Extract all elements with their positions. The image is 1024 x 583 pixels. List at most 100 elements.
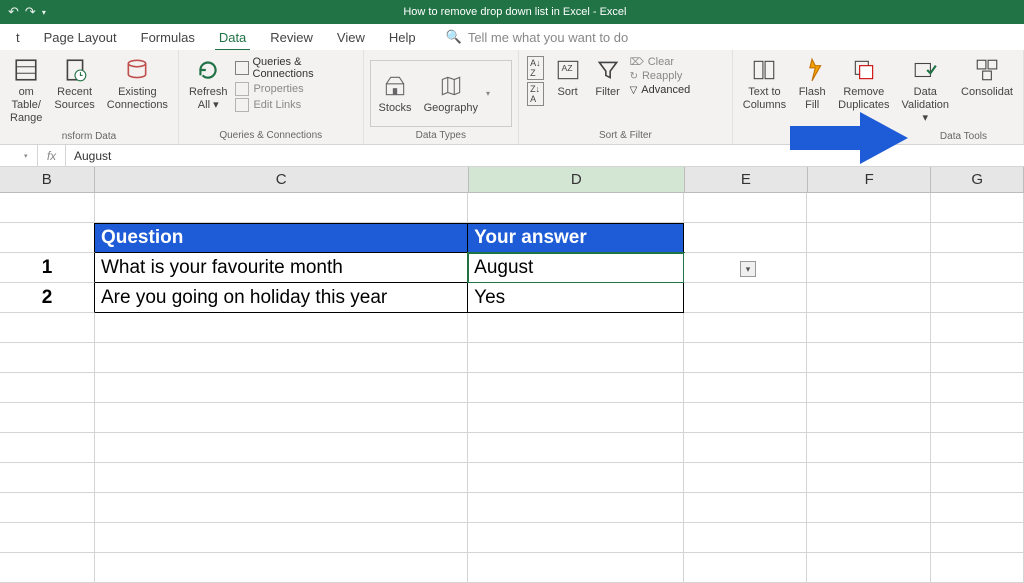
col-header-g[interactable]: G (931, 167, 1024, 192)
col-header-b[interactable]: B (0, 167, 95, 192)
cell[interactable] (468, 403, 684, 433)
consolidate-button[interactable]: Consolidat (957, 54, 1017, 101)
row-number[interactable]: 2 (0, 283, 95, 313)
cell[interactable] (807, 343, 931, 373)
cell[interactable] (95, 313, 468, 343)
refresh-all-button[interactable]: Refresh All ▾ (185, 54, 232, 114)
cell[interactable] (807, 523, 931, 553)
question-cell[interactable]: What is your favourite month (95, 253, 468, 283)
fx-icon[interactable]: fx (38, 145, 66, 166)
cell[interactable] (807, 313, 931, 343)
cell[interactable] (0, 223, 95, 253)
cell[interactable] (931, 223, 1024, 253)
cell[interactable] (684, 553, 808, 583)
tab-help[interactable]: Help (377, 26, 428, 49)
col-header-c[interactable]: C (95, 167, 469, 192)
tab-formulas[interactable]: Formulas (129, 26, 207, 49)
cell[interactable] (807, 433, 931, 463)
cell[interactable] (95, 523, 468, 553)
answer-cell[interactable]: August (468, 253, 684, 283)
tell-me-text[interactable]: Tell me what you want to do (468, 30, 628, 45)
answer-cell[interactable]: Yes (468, 283, 684, 313)
qat-dropdown-icon[interactable]: ▾ (42, 8, 46, 17)
cell[interactable] (931, 403, 1024, 433)
existing-connections-button[interactable]: Existing Connections (103, 54, 172, 114)
redo-icon[interactable]: ↷ (25, 4, 36, 20)
cell[interactable] (95, 343, 468, 373)
cell[interactable] (684, 493, 808, 523)
cell[interactable] (95, 463, 468, 493)
cell[interactable] (0, 193, 95, 223)
cell[interactable] (95, 373, 468, 403)
formula-input[interactable]: August (66, 149, 1024, 163)
cell[interactable] (807, 193, 931, 223)
cell[interactable] (684, 433, 808, 463)
spreadsheet-grid[interactable]: B C D E F G Question Your answer 1 What (0, 167, 1024, 193)
cell[interactable] (931, 553, 1024, 583)
search-icon[interactable]: 🔍 (446, 29, 462, 45)
tab-view[interactable]: View (325, 26, 377, 49)
cell[interactable] (95, 433, 468, 463)
cell[interactable] (0, 313, 95, 343)
flash-fill-button[interactable]: Flash Fill (794, 54, 830, 114)
cell[interactable] (931, 343, 1024, 373)
cell[interactable] (807, 223, 931, 253)
col-header-d[interactable]: D (469, 167, 685, 192)
cell[interactable] (0, 463, 95, 493)
filter-button[interactable]: Filter (590, 54, 626, 101)
cell[interactable] (684, 523, 808, 553)
data-types-expand-icon[interactable]: ▾ (486, 89, 490, 98)
tab-data[interactable]: Data (207, 26, 258, 49)
cell[interactable] (807, 493, 931, 523)
sort-az-button[interactable]: A↓Z (527, 56, 544, 80)
cell[interactable] (807, 403, 931, 433)
cell[interactable] (0, 433, 95, 463)
cell[interactable] (0, 343, 95, 373)
data-validation-button[interactable]: Data Validation ▾ (898, 54, 954, 128)
row-number[interactable]: 1 (0, 253, 95, 283)
cell[interactable] (0, 373, 95, 403)
cell[interactable] (468, 343, 684, 373)
cell[interactable] (468, 313, 684, 343)
sort-za-button[interactable]: Z↓A (527, 82, 544, 106)
tab-page-layout[interactable]: Page Layout (32, 26, 129, 49)
cell[interactable] (931, 313, 1024, 343)
cell[interactable] (931, 373, 1024, 403)
cell[interactable] (931, 523, 1024, 553)
cell[interactable] (95, 553, 468, 583)
col-header-e[interactable]: E (685, 167, 808, 192)
queries-connections-button[interactable]: Queries & Connections (235, 56, 356, 80)
cell[interactable] (684, 313, 808, 343)
cell[interactable] (807, 253, 931, 283)
cell[interactable] (684, 403, 808, 433)
tab-review[interactable]: Review (258, 26, 325, 49)
geography-data-type-button[interactable]: Geography (420, 70, 482, 117)
name-box[interactable] (0, 145, 38, 166)
cell[interactable] (468, 493, 684, 523)
cell[interactable] (684, 193, 808, 223)
cell[interactable] (95, 193, 468, 223)
text-to-columns-button[interactable]: Text to Columns (739, 54, 790, 114)
table-header-question[interactable]: Question (95, 223, 468, 253)
cell[interactable] (684, 343, 808, 373)
cell[interactable] (468, 433, 684, 463)
cell[interactable] (0, 553, 95, 583)
cell[interactable] (684, 223, 808, 253)
cell[interactable] (931, 493, 1024, 523)
tab-partial[interactable]: t (4, 26, 32, 49)
cell[interactable] (684, 373, 808, 403)
sort-button[interactable]: AZ Sort (550, 54, 586, 101)
undo-icon[interactable]: ↶ (8, 4, 19, 20)
cell[interactable] (0, 493, 95, 523)
cell[interactable] (931, 283, 1024, 313)
cell[interactable] (95, 493, 468, 523)
cell[interactable] (807, 463, 931, 493)
cell[interactable] (0, 403, 95, 433)
cell[interactable] (931, 253, 1024, 283)
remove-duplicates-button[interactable]: Remove Duplicates (834, 54, 893, 114)
cell[interactable] (468, 463, 684, 493)
cell[interactable] (807, 553, 931, 583)
dropdown-arrow-icon[interactable]: ▾ (740, 261, 756, 277)
cell[interactable] (468, 193, 684, 223)
advanced-filter-button[interactable]: ▽Advanced (630, 84, 691, 96)
